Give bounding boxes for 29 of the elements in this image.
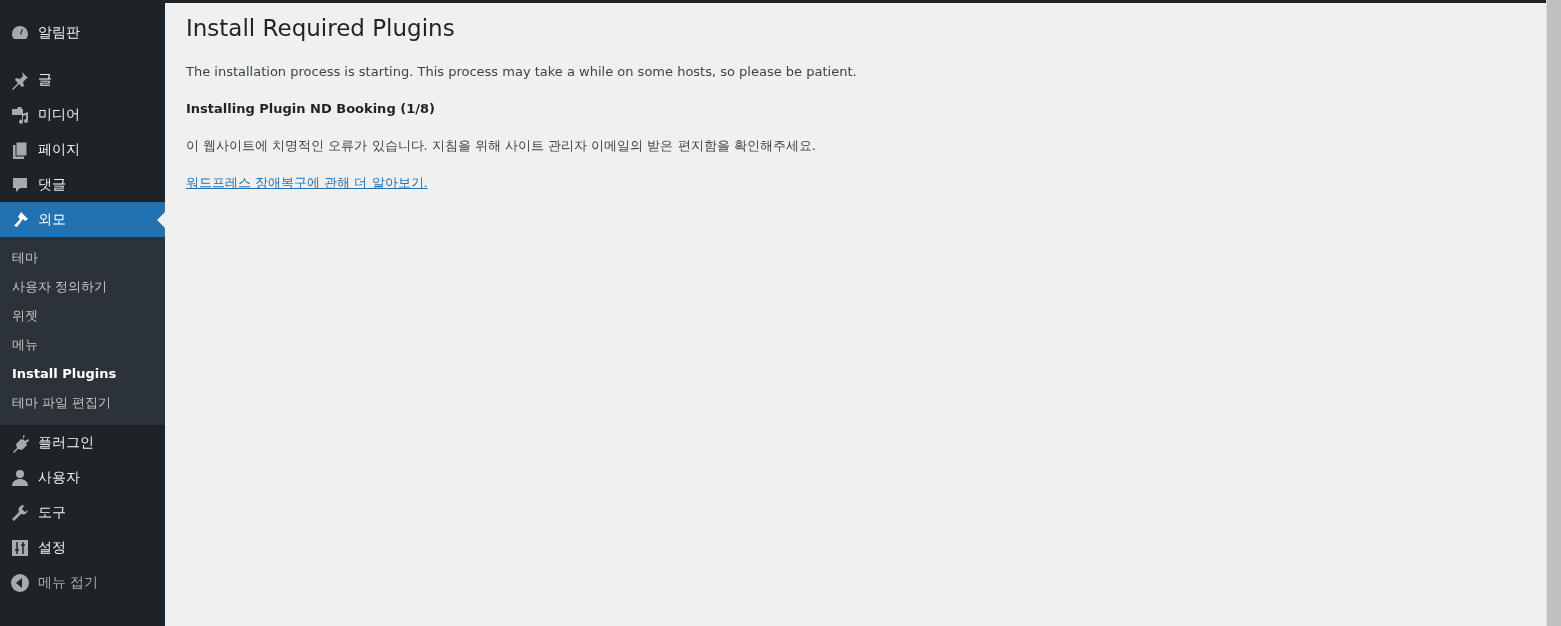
menu-item[interactable]: 사용자 bbox=[0, 460, 165, 495]
menu-item[interactable]: 미디어 bbox=[0, 97, 165, 132]
error-message: 이 웹사이트에 치명적인 오류가 있습니다. 지침을 위해 사이트 관리자 이메일의 받은 편지함을 확인해주세요. bbox=[186, 137, 817, 155]
pin-icon bbox=[10, 69, 30, 90]
intro-text: The installation process is starting. This process may take a while on some hosts, so please be patient. bbox=[186, 63, 858, 81]
sliders-icon bbox=[10, 537, 30, 558]
media-icon bbox=[10, 104, 30, 125]
submenu-item[interactable]: 테마 bbox=[0, 243, 50, 272]
install-status: Installing Plugin ND Booking (1/8) bbox=[186, 100, 436, 118]
submenu-item[interactable]: 테마 파일 편집기 bbox=[0, 388, 124, 417]
submenu-item[interactable]: 메뉴 bbox=[0, 330, 50, 359]
pages-icon bbox=[10, 139, 30, 160]
page-title: Install Required Plugins bbox=[186, 14, 456, 43]
help-link[interactable]: 워드프레스 장애복구에 관해 더 알아보기. bbox=[186, 175, 428, 190]
menu-item[interactable]: 설정 bbox=[0, 530, 165, 565]
collapse-menu-button[interactable]: 메뉴 접기 bbox=[0, 565, 165, 600]
submenu-item[interactable]: 사용자 정의하기 bbox=[0, 272, 120, 301]
person-icon bbox=[10, 467, 30, 488]
menu-item[interactable]: 댓글 bbox=[0, 167, 165, 202]
submenu-item[interactable]: Install Plugins bbox=[0, 359, 129, 388]
submenu-item[interactable]: 위젯 bbox=[0, 301, 50, 330]
wrench-icon bbox=[10, 502, 30, 523]
menu-item[interactable]: 글 bbox=[0, 62, 165, 97]
menu-item[interactable]: 페이지 bbox=[0, 132, 165, 167]
scrollbar-track[interactable] bbox=[1546, 0, 1561, 626]
menu-item[interactable]: 알림판 bbox=[0, 15, 165, 50]
menu-item[interactable]: 도구 bbox=[0, 495, 165, 530]
menu-item[interactable]: 플러그인 bbox=[0, 425, 165, 460]
menu-item[interactable]: 외모 bbox=[0, 202, 165, 237]
